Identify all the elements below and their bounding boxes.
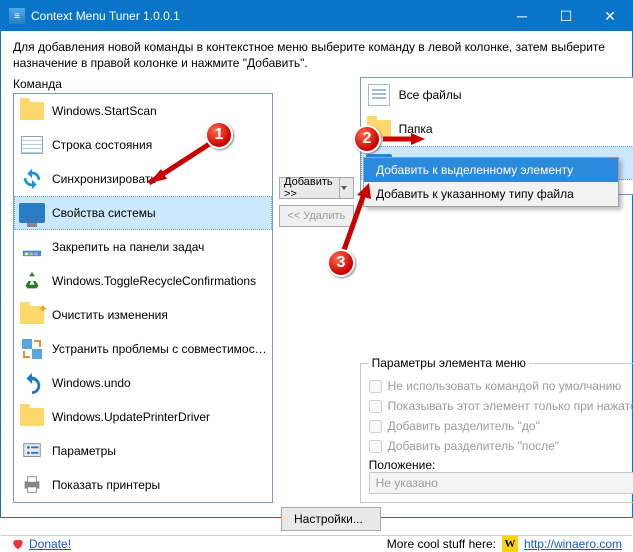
list-item[interactable]: Синхронизировать <box>14 162 272 196</box>
list-item-label: Параметры <box>52 444 116 458</box>
list-item[interactable]: Папка <box>361 112 633 146</box>
text-icon <box>18 131 46 159</box>
list-item[interactable]: Свойства системы <box>14 196 272 230</box>
list-item-label: Windows.ToggleRecycleConfirmations <box>52 274 256 288</box>
list-item-label: Свойства системы <box>52 206 156 220</box>
settings-button-label: Настройки... <box>294 512 363 526</box>
sync-icon <box>18 165 46 193</box>
list-item[interactable]: Windows.UpdatePrinterDriver <box>14 400 272 434</box>
list-item-label: Windows.undo <box>52 376 131 390</box>
position-select[interactable]: Не указано <box>369 472 633 494</box>
checkbox-label: Добавить разделитель "после" <box>388 439 559 453</box>
checkbox-label: Показывать этот элемент только при нажат… <box>388 399 633 413</box>
menu-item-params: Параметры элемента меню Не использовать … <box>360 356 633 503</box>
monitor-icon <box>18 199 46 227</box>
list-item[interactable]: Строка состояния <box>14 128 272 162</box>
list-item-label: Устранить проблемы с совместимостью <box>52 342 268 356</box>
list-item-label: Строка состояния <box>52 138 152 152</box>
left-column-label: Команда <box>13 77 273 91</box>
list-item-label: Папка <box>399 122 433 136</box>
opt-sep-after[interactable]: Добавить разделитель "после" <box>369 436 633 456</box>
list-item[interactable]: ✦ Очистить изменения <box>14 298 272 332</box>
settings-icon <box>18 437 46 465</box>
intro-text: Для добавления новой команды в контекстн… <box>13 39 620 71</box>
add-button-label: Добавить >> <box>284 176 335 200</box>
checkbox[interactable] <box>369 380 382 393</box>
position-value: Не указано <box>376 476 438 490</box>
compatibility-icon <box>18 335 46 363</box>
opt-sep-before[interactable]: Добавить разделитель "до" <box>369 416 633 436</box>
add-button[interactable]: Добавить >> <box>279 177 354 199</box>
app-icon: ≡ <box>9 8 25 24</box>
checkbox-label: Не использовать командой по умолчанию <box>388 379 622 393</box>
list-item-label: Windows.UpdatePrinterDriver <box>52 410 210 424</box>
list-item-label: Все файлы <box>399 88 462 102</box>
remove-button[interactable]: << Удалить <box>279 205 354 227</box>
menu-item-add-selected[interactable]: Добавить к выделенному элементу <box>364 158 618 182</box>
list-item-label: Закрепить на панели задач <box>52 240 204 254</box>
checkbox[interactable] <box>369 440 382 453</box>
recycle-icon <box>18 267 46 295</box>
site-link[interactable]: http://winaero.com <box>524 537 622 551</box>
list-item-label: Очистить изменения <box>52 308 168 322</box>
folder-icon <box>365 115 393 143</box>
window-title: Context Menu Tuner 1.0.0.1 <box>31 9 180 23</box>
pin-icon <box>18 233 46 261</box>
checkbox[interactable] <box>369 420 382 433</box>
list-item[interactable]: Закрепить на панели задач <box>14 230 272 264</box>
printer-icon <box>18 471 46 499</box>
list-item-label: Windows.StartScan <box>52 104 157 118</box>
maximize-button[interactable]: ☐ <box>544 1 588 31</box>
winaero-icon: W <box>502 536 518 552</box>
list-item[interactable]: Windows.StartScan <box>14 94 272 128</box>
list-item[interactable]: Параметры <box>14 434 272 468</box>
list-item-label: Показать принтеры <box>52 478 160 492</box>
dropdown-arrow-icon[interactable] <box>339 178 349 198</box>
all-files-icon <box>365 81 393 109</box>
donate-link[interactable]: Donate! <box>29 537 71 551</box>
folder-icon <box>18 97 46 125</box>
titlebar: ≡ Context Menu Tuner 1.0.0.1 ─ ☐ ✕ <box>1 1 632 31</box>
settings-button[interactable]: Настройки... <box>281 507 381 531</box>
remove-button-label: << Удалить <box>287 210 345 222</box>
list-item[interactable]: Показать принтеры <box>14 468 272 502</box>
menu-item-label: Добавить к указанному типу файла <box>376 187 574 201</box>
opt-no-default[interactable]: Не использовать командой по умолчанию <box>369 376 633 396</box>
list-item[interactable]: Windows.undo <box>14 366 272 400</box>
fieldset-title: Параметры элемента меню <box>369 356 529 370</box>
list-item-label: Синхронизировать <box>52 172 157 186</box>
list-item[interactable]: Устранить проблемы с совместимостью <box>14 332 272 366</box>
position-label: Положение: <box>369 458 633 472</box>
middle-column: Добавить >> << Удалить <box>279 77 354 503</box>
minimize-button[interactable]: ─ <box>500 1 544 31</box>
footer: Donate! More cool stuff here: W http://w… <box>1 535 632 552</box>
checkbox-label: Добавить разделитель "до" <box>388 419 540 433</box>
folder-clean-icon: ✦ <box>18 301 46 329</box>
close-button[interactable]: ✕ <box>588 1 632 31</box>
heart-icon <box>11 537 25 551</box>
add-dropdown-menu: Добавить к выделенному элементу Добавить… <box>363 157 619 207</box>
menu-item-add-filetype[interactable]: Добавить к указанному типу файла <box>364 182 618 206</box>
list-item[interactable]: Все файлы <box>361 78 633 112</box>
list-item[interactable]: Windows.ToggleRecycleConfirmations <box>14 264 272 298</box>
menu-item-label: Добавить к выделенному элементу <box>376 163 573 177</box>
undo-icon <box>18 369 46 397</box>
footer-more-text: More cool stuff here: <box>387 537 496 551</box>
checkbox[interactable] <box>369 400 382 413</box>
command-list[interactable]: Windows.StartScan Строка состояния Синхр… <box>13 93 273 503</box>
folder-icon <box>18 403 46 431</box>
opt-show-shift[interactable]: Показывать этот элемент только при нажат… <box>369 396 633 416</box>
